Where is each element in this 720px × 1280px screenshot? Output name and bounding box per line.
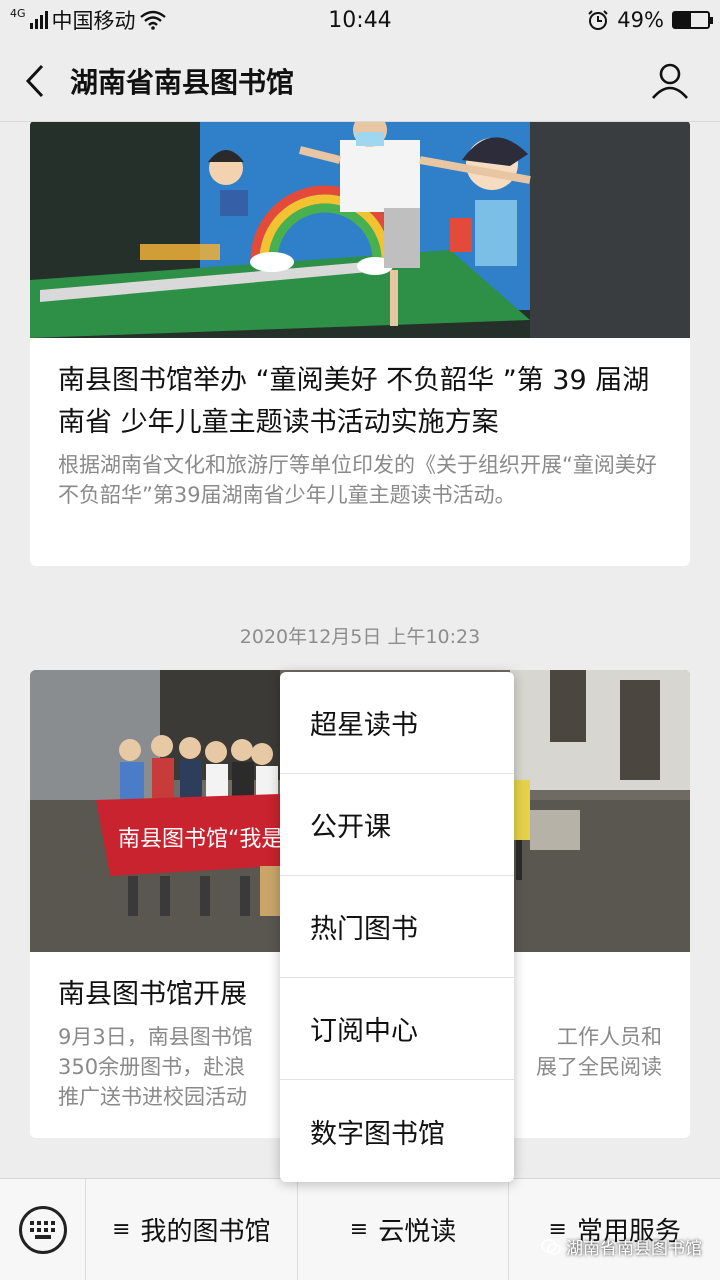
article-title[interactable]: 南县图书馆举办 “童阅美好 不负韶华 ”第 39 届湖南省 少年儿童主题读书活动… <box>30 338 690 444</box>
submenu-popup: 超星读书 公开课 热门图书 订阅中心 数字图书馆 <box>280 672 514 1182</box>
article-cover-image[interactable] <box>30 122 690 338</box>
signal-icon <box>29 11 48 29</box>
desc-line-2-left: 350余册图书，赴浪 <box>58 1055 246 1079</box>
menu-my-library[interactable]: ≡ 我的图书馆 <box>86 1178 298 1280</box>
menu-item-popular-books[interactable]: 热门图书 <box>280 876 514 978</box>
menu-item-chaoxing-reading[interactable]: 超星读书 <box>280 672 514 774</box>
desc-line-1-right: 工作人员和 <box>557 1025 662 1049</box>
carrier-name: 中国移动 <box>51 9 136 33</box>
keyboard-toggle-button[interactable] <box>0 1178 86 1280</box>
status-bar: 4G 中国移动 10:44 49% <box>0 0 720 40</box>
source-watermark: 湖南省南县图书馆 <box>541 1234 702 1259</box>
menu-item-subscription-center[interactable]: 订阅中心 <box>280 978 514 1080</box>
watermark-text: 湖南省南县图书馆 <box>566 1239 702 1259</box>
message-timestamp: 2020年12月5日 上午10:23 <box>239 626 481 648</box>
profile-button[interactable] <box>620 40 720 122</box>
desc-line-2-right: 展了全民阅读 <box>536 1055 662 1079</box>
menu-label: 云悦读 <box>378 1217 457 1247</box>
menu-cloud-reading[interactable]: ≡ 云悦读 <box>298 1178 510 1280</box>
desc-line-1-left: 9月3日，南县图书馆 <box>58 1025 253 1049</box>
back-button[interactable] <box>0 40 70 122</box>
status-time: 10:44 <box>328 7 392 33</box>
menu-label: 我的图书馆 <box>140 1217 271 1247</box>
wifi-icon <box>139 10 166 30</box>
desc-line-3-left: 推广送书进校园活动 <box>58 1085 247 1109</box>
person-icon <box>652 63 688 99</box>
chevron-left-icon <box>25 64 44 97</box>
menu-item-digital-library[interactable]: 数字图书馆 <box>280 1080 514 1182</box>
battery-percent: 49% <box>617 8 664 32</box>
wechat-icon <box>541 1238 561 1255</box>
menu-item-open-course[interactable]: 公开课 <box>280 774 514 876</box>
status-right: 49% <box>477 8 713 32</box>
article-description: 根据湖南省文化和旅游厅等单位印发的《关于组织开展“童阅美好 不负韶华”第39届湖… <box>58 453 657 507</box>
article-card[interactable]: 南县图书馆举办 “童阅美好 不负韶华 ”第 39 届湖南省 少年儿童主题读书活动… <box>30 122 690 566</box>
menu-common-services[interactable]: ≡ 常用服务 <box>509 1179 720 1280</box>
page-title: 湖南省南县图书馆 <box>70 65 295 99</box>
reading-event-photo <box>30 122 690 338</box>
menu-lines-icon: ≡ <box>112 1217 131 1242</box>
network-type: 4G <box>10 6 26 20</box>
article-title-text: 南县图书馆开展 <box>58 979 247 1010</box>
status-left: 4G 中国移动 <box>10 5 243 35</box>
nav-bar: 湖南省南县图书馆 <box>0 40 720 122</box>
alarm-icon <box>588 10 609 30</box>
menu-lines-icon: ≡ <box>349 1217 369 1242</box>
battery-fill <box>673 13 691 27</box>
bottom-menu-bar: ≡ 我的图书馆 ≡ 云悦读 ≡ 常用服务 <box>0 1178 720 1280</box>
battery-icon <box>671 11 713 29</box>
keyboard-icon <box>18 1205 67 1254</box>
